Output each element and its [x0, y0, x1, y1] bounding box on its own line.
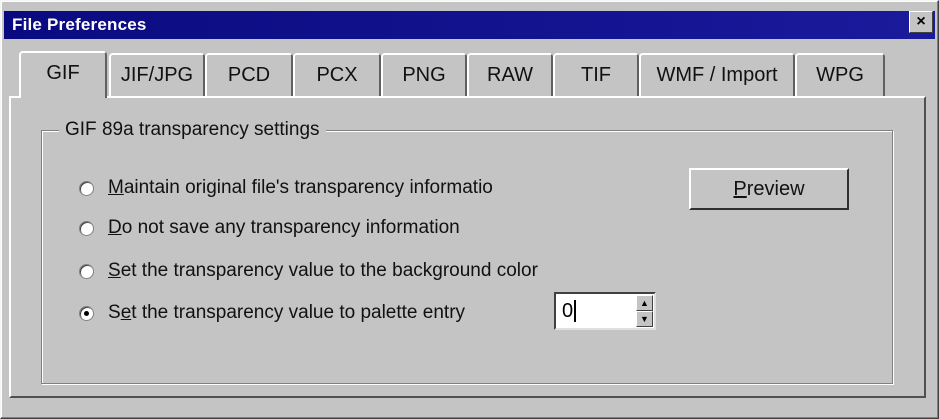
spin-up-button[interactable]: ▲ [636, 295, 653, 311]
radio-button-icon[interactable] [79, 263, 94, 279]
option-label: Maintain original file's transparency in… [108, 177, 493, 198]
tab-label: TIF [581, 64, 611, 86]
option-label: Do not save any transparency information [108, 217, 460, 238]
groupbox-label: GIF 89a transparency settings [59, 119, 326, 141]
spin-down-button[interactable]: ▼ [636, 311, 653, 327]
tab-png[interactable]: PNG [381, 53, 467, 96]
tab-jif-jpg[interactable]: JIF/JPG [109, 53, 205, 96]
palette-entry-input[interactable] [562, 300, 622, 323]
text-caret [574, 300, 576, 322]
option-label: Set the transparency value to the backgr… [108, 260, 538, 281]
radio-no-transparency[interactable]: Do not save any transparency information [79, 215, 460, 241]
tab-pcx[interactable]: PCX [293, 53, 381, 96]
radio-button-selected-icon[interactable] [79, 305, 94, 321]
radio-maintain-transparency[interactable]: Maintain original file's transparency in… [79, 175, 493, 201]
tab-wmf-import[interactable]: WMF / Import [639, 53, 795, 96]
tab-raw[interactable]: RAW [467, 53, 553, 96]
tab-pcd[interactable]: PCD [205, 53, 293, 96]
tab-label: PCD [227, 64, 271, 86]
tab-label: GIF [46, 62, 80, 84]
tab-label: JIF/JPG [120, 64, 194, 86]
close-button[interactable]: × [909, 11, 933, 33]
radio-palette-entry[interactable]: Set the transparency value to palette en… [79, 300, 465, 326]
preview-button[interactable]: Preview [689, 168, 849, 210]
tab-gif[interactable]: GIF [19, 51, 107, 98]
tab-wpg[interactable]: WPG [795, 53, 885, 96]
format-tabs: GIF JIF/JPG PCD PCX PNG RAW TIF WMF / Im… [19, 51, 899, 98]
palette-entry-spinner[interactable]: ▲ ▼ [554, 292, 656, 330]
tab-tif[interactable]: TIF [553, 53, 639, 96]
close-icon: × [916, 13, 926, 30]
tab-label: WPG [816, 64, 864, 86]
radio-button-icon[interactable] [79, 220, 94, 236]
tab-label: PCX [316, 64, 358, 86]
arrow-down-icon: ▼ [640, 314, 649, 324]
radio-button-icon[interactable] [79, 180, 94, 196]
dialog-title: File Preferences [12, 15, 147, 34]
tab-label: WMF / Import [656, 64, 778, 86]
file-preferences-dialog: File Preferences × GIF JIF/JPG PCD PCX P… [0, 0, 939, 419]
arrow-up-icon: ▲ [640, 298, 649, 308]
option-label: Set the transparency value to palette en… [108, 302, 466, 323]
title-bar[interactable]: File Preferences × [4, 11, 935, 39]
radio-background-color[interactable]: Set the transparency value to the backgr… [79, 258, 538, 284]
tab-label: RAW [487, 64, 533, 86]
tab-label: PNG [402, 64, 446, 86]
